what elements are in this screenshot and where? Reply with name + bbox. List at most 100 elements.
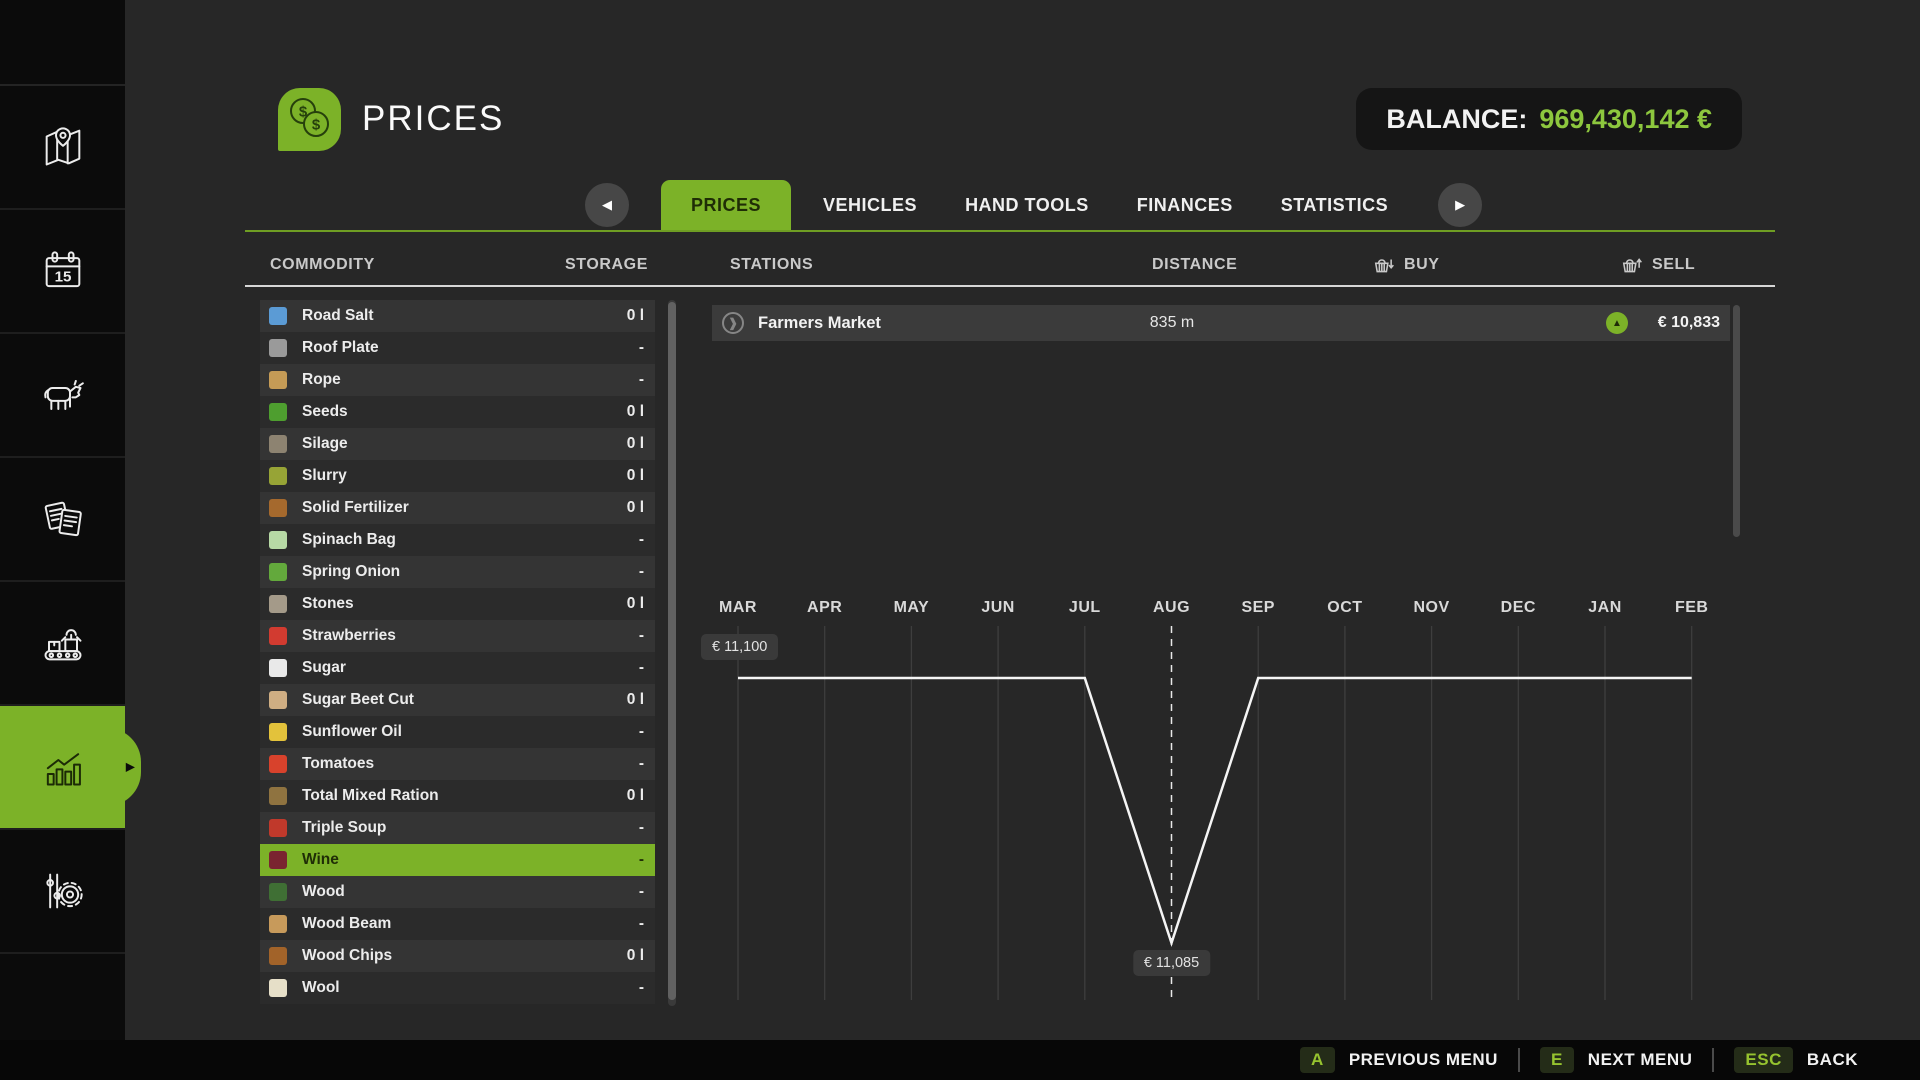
- commodity-row[interactable]: Total Mixed Ration 0 l: [260, 780, 655, 812]
- commodity-storage: -: [639, 723, 655, 741]
- commodity-icon: [269, 979, 287, 997]
- statistics-icon: [35, 739, 91, 795]
- commodity-row[interactable]: Seeds 0 l: [260, 396, 655, 428]
- sidebar-spacer: [0, 0, 125, 86]
- commodity-row[interactable]: Stones 0 l: [260, 588, 655, 620]
- sidebar-item-map[interactable]: [0, 86, 125, 210]
- commodity-icon: [269, 755, 287, 773]
- commodity-icon: [269, 659, 287, 677]
- tab-finances[interactable]: FINANCES: [1113, 180, 1257, 230]
- commodity-name: Rope: [302, 371, 341, 389]
- commodity-icon: [269, 947, 287, 965]
- sidebar-item-animals[interactable]: [0, 334, 125, 458]
- commodity-row[interactable]: Sunflower Oil -: [260, 716, 655, 748]
- commodity-icon: [269, 819, 287, 837]
- column-stations: STATIONS: [730, 256, 813, 274]
- station-distance: 835 m: [1112, 314, 1232, 332]
- commodity-row[interactable]: Triple Soup -: [260, 812, 655, 844]
- page-title: PRICES: [362, 99, 504, 139]
- commodity-icon: [269, 499, 287, 517]
- commodity-row[interactable]: Wood Beam -: [260, 908, 655, 940]
- production-icon: [35, 615, 91, 671]
- commodity-row[interactable]: Wood -: [260, 876, 655, 908]
- svg-text:MAY: MAY: [894, 599, 930, 616]
- commodity-storage: 0 l: [627, 499, 655, 517]
- hint-divider: [1712, 1048, 1714, 1072]
- commodity-name: Spring Onion: [302, 563, 400, 581]
- hint-previous-menu[interactable]: A PREVIOUS MENU: [1300, 1047, 1498, 1073]
- hint-next-menu[interactable]: E NEXT MENU: [1540, 1047, 1692, 1073]
- station-name: Farmers Market: [758, 314, 881, 333]
- commodity-name: Slurry: [302, 467, 347, 485]
- commodity-row[interactable]: Strawberries -: [260, 620, 655, 652]
- svg-text:JUN: JUN: [981, 599, 1015, 616]
- commodity-row[interactable]: Sugar Beet Cut 0 l: [260, 684, 655, 716]
- tab-prices[interactable]: PRICES: [661, 180, 791, 230]
- tab-hand-tools[interactable]: HAND TOOLS: [941, 180, 1113, 230]
- basket-sell-icon: [1621, 257, 1643, 274]
- commodity-icon: [269, 307, 287, 325]
- commodity-storage: -: [639, 339, 655, 357]
- chart-min-price-tag: € 11,085: [1133, 950, 1210, 976]
- svg-text:MAR: MAR: [719, 599, 757, 616]
- commodity-name: Seeds: [302, 403, 348, 421]
- commodity-icon: [269, 851, 287, 869]
- commodity-row[interactable]: Solid Fertilizer 0 l: [260, 492, 655, 524]
- commodity-name: Road Salt: [302, 307, 373, 325]
- hint-back[interactable]: ESC BACK: [1734, 1047, 1858, 1073]
- stations-scrollbar-thumb[interactable]: [1733, 305, 1740, 537]
- commodity-row[interactable]: Wine -: [260, 844, 655, 876]
- commodity-icon: [269, 595, 287, 613]
- commodity-name: Wood Chips: [302, 947, 392, 965]
- sidebar-item-production[interactable]: [0, 582, 125, 706]
- tabs-next-button[interactable]: ▶: [1438, 183, 1482, 227]
- commodity-row[interactable]: Slurry 0 l: [260, 460, 655, 492]
- station-sell-price: € 10,833: [1628, 314, 1720, 332]
- commodity-row[interactable]: Spinach Bag -: [260, 524, 655, 556]
- commodity-row[interactable]: Wood Chips 0 l: [260, 940, 655, 972]
- footer-hint-bar: A PREVIOUS MENU E NEXT MENU ESC BACK: [0, 1040, 1920, 1080]
- commodity-name: Strawberries: [302, 627, 396, 645]
- commodity-row[interactable]: Sugar -: [260, 652, 655, 684]
- svg-text:AUG: AUG: [1153, 599, 1190, 616]
- commodity-icon: [269, 915, 287, 933]
- commodity-icon: [269, 531, 287, 549]
- commodity-name: Silage: [302, 435, 348, 453]
- sidebar-item-calendar[interactable]: 15: [0, 210, 125, 334]
- commodity-name: Sunflower Oil: [302, 723, 402, 741]
- commodity-icon: [269, 467, 287, 485]
- price-chart-canvas: MARAPRMAYJUNJULAUGSEPOCTNOVDECJANFEB: [695, 588, 1740, 1012]
- sidebar-item-settings[interactable]: [0, 830, 125, 954]
- commodity-icon: [269, 339, 287, 357]
- commodity-name: Wool: [302, 979, 340, 997]
- station-marker-icon: ❱: [722, 312, 744, 334]
- commodity-row[interactable]: Silage 0 l: [260, 428, 655, 460]
- commodity-storage: -: [639, 531, 655, 549]
- commodity-row[interactable]: Road Salt 0 l: [260, 300, 655, 332]
- commodity-name: Roof Plate: [302, 339, 379, 357]
- tab-statistics[interactable]: STATISTICS: [1257, 180, 1412, 230]
- header-underline: [245, 285, 1775, 287]
- svg-text:NOV: NOV: [1414, 599, 1450, 616]
- commodity-scrollbar-thumb[interactable]: [668, 302, 676, 1000]
- balance-display: BALANCE: 969,430,142 €: [1356, 88, 1742, 150]
- commodity-storage: -: [639, 755, 655, 773]
- active-tab-bump: [107, 728, 141, 806]
- commodity-storage: -: [639, 851, 655, 869]
- commodity-row[interactable]: Tomatoes -: [260, 748, 655, 780]
- commodity-row[interactable]: Roof Plate -: [260, 332, 655, 364]
- tabs-prev-button[interactable]: ◀: [585, 183, 629, 227]
- tab-vehicles[interactable]: VEHICLES: [799, 180, 941, 230]
- column-storage: STORAGE: [500, 256, 648, 274]
- commodity-storage: -: [639, 371, 655, 389]
- station-row[interactable]: ❱ Farmers Market 835 m ▲ € 10,833: [712, 305, 1730, 341]
- sidebar-item-statistics[interactable]: ▶: [0, 706, 125, 830]
- commodity-row[interactable]: Wool -: [260, 972, 655, 1004]
- commodity-icon: [269, 691, 287, 709]
- commodity-icon: [269, 723, 287, 741]
- commodity-row[interactable]: Spring Onion -: [260, 556, 655, 588]
- commodity-row[interactable]: Rope -: [260, 364, 655, 396]
- svg-text:15: 15: [54, 269, 71, 286]
- sidebar-item-contracts[interactable]: [0, 458, 125, 582]
- cow-icon: [35, 367, 91, 423]
